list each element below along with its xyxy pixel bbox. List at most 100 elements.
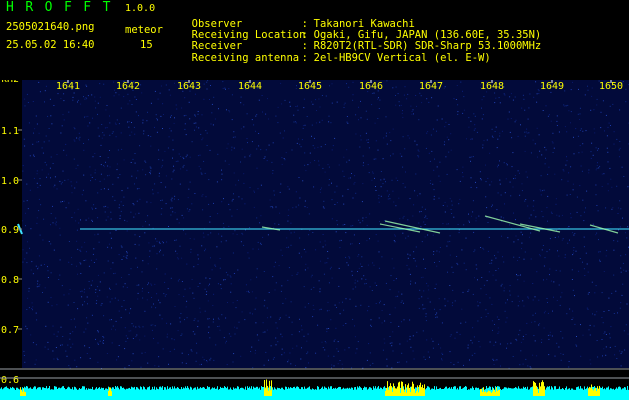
noise-dot (314, 147, 316, 149)
noise-dot (54, 184, 56, 186)
noise-dot (368, 343, 370, 345)
noise-dot (480, 288, 482, 290)
power-sample (285, 386, 286, 392)
noise-dot (525, 334, 527, 335)
noise-dot (280, 333, 282, 335)
power-peak (410, 392, 411, 396)
noise-dot (370, 319, 372, 321)
noise-dot (72, 99, 74, 101)
noise-dot (289, 105, 291, 107)
power-sample (611, 388, 612, 392)
power-sample (115, 386, 116, 392)
noise-dot (74, 140, 76, 142)
noise-dot (227, 143, 229, 145)
power-sample (48, 388, 49, 392)
power-peak (498, 389, 499, 396)
noise-dot (161, 199, 163, 201)
noise-dot (130, 268, 132, 270)
noise-dot (234, 333, 236, 335)
noise-dot (509, 294, 511, 296)
noise-dot (150, 145, 152, 147)
noise-dot (438, 175, 440, 177)
noise-dot (186, 263, 188, 265)
noise-dot (354, 282, 356, 284)
noise-dot (609, 337, 611, 339)
noise-dot (221, 169, 222, 171)
noise-dot (138, 244, 140, 246)
noise-dot (485, 309, 487, 311)
power-sample (376, 388, 377, 392)
noise-dot (339, 313, 341, 315)
noise-dot (250, 351, 252, 352)
noise-dot (501, 283, 503, 285)
noise-dot (613, 249, 615, 251)
noise-dot (97, 233, 99, 235)
noise-dot (539, 323, 541, 324)
noise-dot (288, 246, 289, 248)
noise-dot (288, 188, 290, 190)
power-sample (12, 386, 13, 392)
noise-dot (412, 215, 414, 217)
power-sample (70, 388, 71, 392)
noise-dot (186, 208, 188, 210)
noise-dot (36, 173, 38, 175)
power-sample (415, 387, 416, 392)
noise-dot (95, 292, 97, 293)
noise-dot (331, 367, 332, 369)
power-sample (100, 388, 101, 392)
noise-dot (322, 347, 324, 348)
noise-dot (622, 283, 624, 285)
noise-dot (32, 309, 33, 311)
noise-dot (327, 251, 329, 252)
noise-dot (160, 166, 162, 168)
noise-dot (451, 204, 453, 206)
noise-dot (61, 125, 63, 127)
noise-dot (85, 200, 87, 202)
power-sample (363, 388, 364, 392)
noise-dot (50, 177, 51, 179)
power-sample (495, 386, 496, 392)
noise-dot (125, 335, 127, 337)
noise-dot (225, 240, 227, 242)
power-peak (486, 392, 487, 396)
noise-dot (197, 264, 199, 265)
noise-dot (144, 310, 146, 312)
noise-dot (99, 281, 101, 283)
noise-dot (186, 154, 188, 156)
noise-dot (194, 114, 196, 116)
noise-dot (238, 196, 240, 198)
noise-dot (457, 224, 459, 225)
noise-dot (252, 313, 253, 315)
noise-dot (391, 258, 393, 260)
noise-dot (274, 261, 276, 263)
noise-dot (166, 333, 168, 335)
noise-dot (592, 223, 594, 225)
noise-dot (607, 183, 609, 185)
noise-dot (343, 203, 345, 205)
noise-dot (159, 302, 161, 304)
noise-dot (329, 268, 331, 270)
noise-dot (467, 344, 469, 346)
noise-dot (541, 341, 542, 343)
noise-dot (83, 291, 85, 293)
noise-dot (360, 100, 361, 102)
noise-dot (47, 270, 49, 272)
noise-dot (167, 288, 169, 290)
noise-dot (257, 241, 259, 243)
power-sample (454, 386, 455, 392)
noise-dot (399, 343, 401, 345)
noise-dot (233, 131, 235, 133)
noise-dot (27, 208, 29, 210)
noise-dot (453, 98, 455, 100)
noise-dot (415, 95, 417, 96)
noise-dot (296, 345, 298, 347)
noise-dot (216, 181, 218, 183)
power-sample (583, 389, 584, 392)
noise-dot (336, 185, 338, 187)
noise-dot (605, 255, 607, 257)
power-sample (131, 386, 132, 392)
noise-dot (131, 175, 133, 177)
power-sample (604, 388, 605, 392)
noise-dot (136, 200, 138, 202)
noise-dot (133, 204, 135, 206)
